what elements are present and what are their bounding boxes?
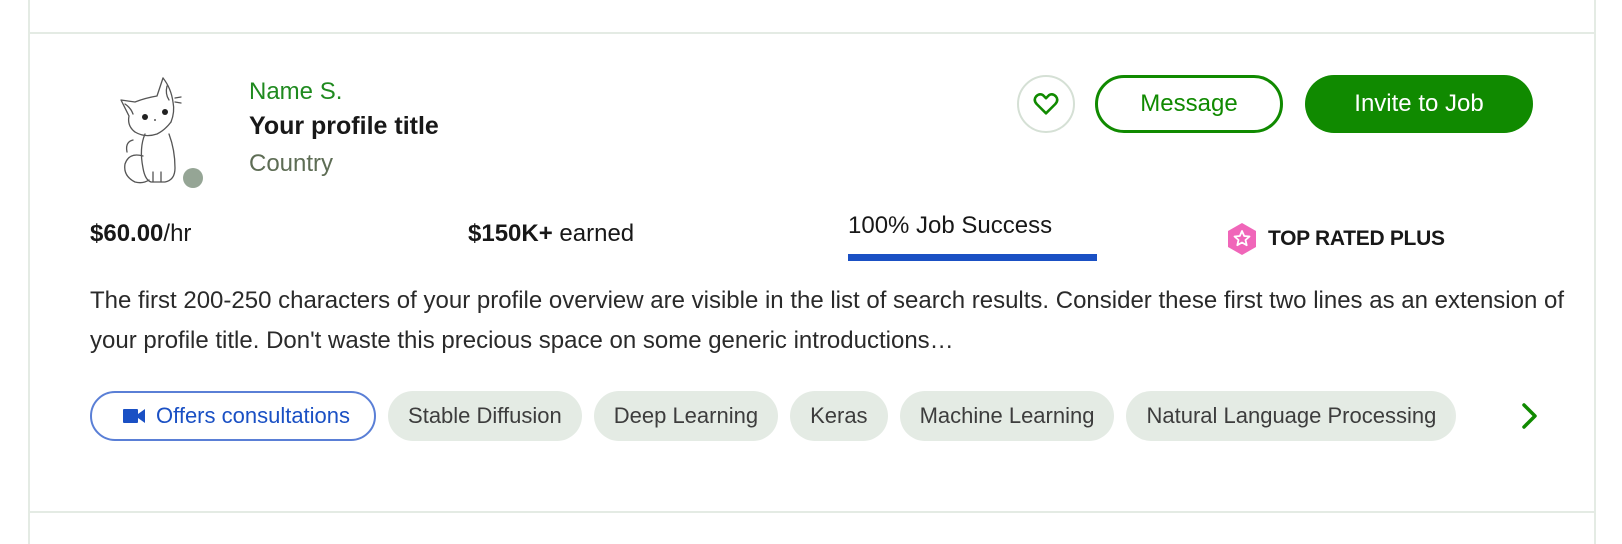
freelancer-card[interactable]: Name S. Your profile title Country Messa… bbox=[30, 34, 1594, 511]
invite-to-job-button[interactable]: Invite to Job bbox=[1305, 75, 1533, 133]
profile-title: Your profile title bbox=[249, 112, 439, 140]
chevron-right-icon bbox=[1522, 403, 1537, 429]
skill-chip[interactable]: Deep Learning bbox=[593, 391, 779, 441]
skill-chip[interactable]: Machine Learning bbox=[899, 391, 1115, 441]
earned-label: earned bbox=[559, 220, 635, 247]
total-earned: $150K+ earned bbox=[468, 220, 634, 248]
hourly-rate-unit: /hr bbox=[163, 220, 192, 247]
profile-overview: The first 200-250 characters of your pro… bbox=[90, 287, 1565, 354]
offers-consultations-label: Offers consultations bbox=[156, 403, 351, 428]
save-freelancer-button[interactable] bbox=[1017, 75, 1075, 133]
list-right-border bbox=[1594, 0, 1596, 544]
top-rated-plus-badge[interactable]: TOP RATED PLUS bbox=[1226, 222, 1445, 256]
heart-icon bbox=[1033, 93, 1059, 115]
job-success-bar bbox=[848, 254, 1097, 261]
badge-label: TOP RATED PLUS bbox=[1268, 227, 1445, 250]
skill-chip[interactable]: Stable Diffusion bbox=[388, 391, 582, 441]
job-success-label: 100% Job Success bbox=[848, 212, 1053, 239]
freelancer-name[interactable]: Name S. bbox=[249, 78, 342, 106]
job-success-score[interactable]: 100% Job Success bbox=[848, 212, 1097, 261]
skill-chip[interactable]: Natural Language Processing bbox=[1126, 391, 1457, 441]
top-rated-plus-badge-icon bbox=[1228, 223, 1256, 255]
country: Country bbox=[249, 150, 334, 177]
earned-value: $150K+ bbox=[468, 220, 553, 247]
cat-avatar-icon bbox=[120, 77, 182, 184]
avatar[interactable] bbox=[105, 72, 225, 192]
hourly-rate-value: $60.00 bbox=[90, 220, 164, 247]
hourly-rate: $60.00/hr bbox=[90, 220, 191, 248]
video-camera-icon bbox=[123, 409, 145, 423]
job-success-bar-fill bbox=[848, 254, 1097, 261]
skills-next-button[interactable] bbox=[1515, 401, 1545, 431]
online-status-dot bbox=[183, 168, 203, 188]
offers-consultations-chip[interactable]: Offers consultations bbox=[90, 391, 377, 441]
skills-list: Offers consultations Stable Diffusion Dee… bbox=[90, 391, 1510, 441]
card-divider-bottom bbox=[28, 511, 1596, 513]
skill-chip[interactable]: Keras bbox=[790, 391, 888, 441]
message-button[interactable]: Message bbox=[1095, 75, 1283, 133]
